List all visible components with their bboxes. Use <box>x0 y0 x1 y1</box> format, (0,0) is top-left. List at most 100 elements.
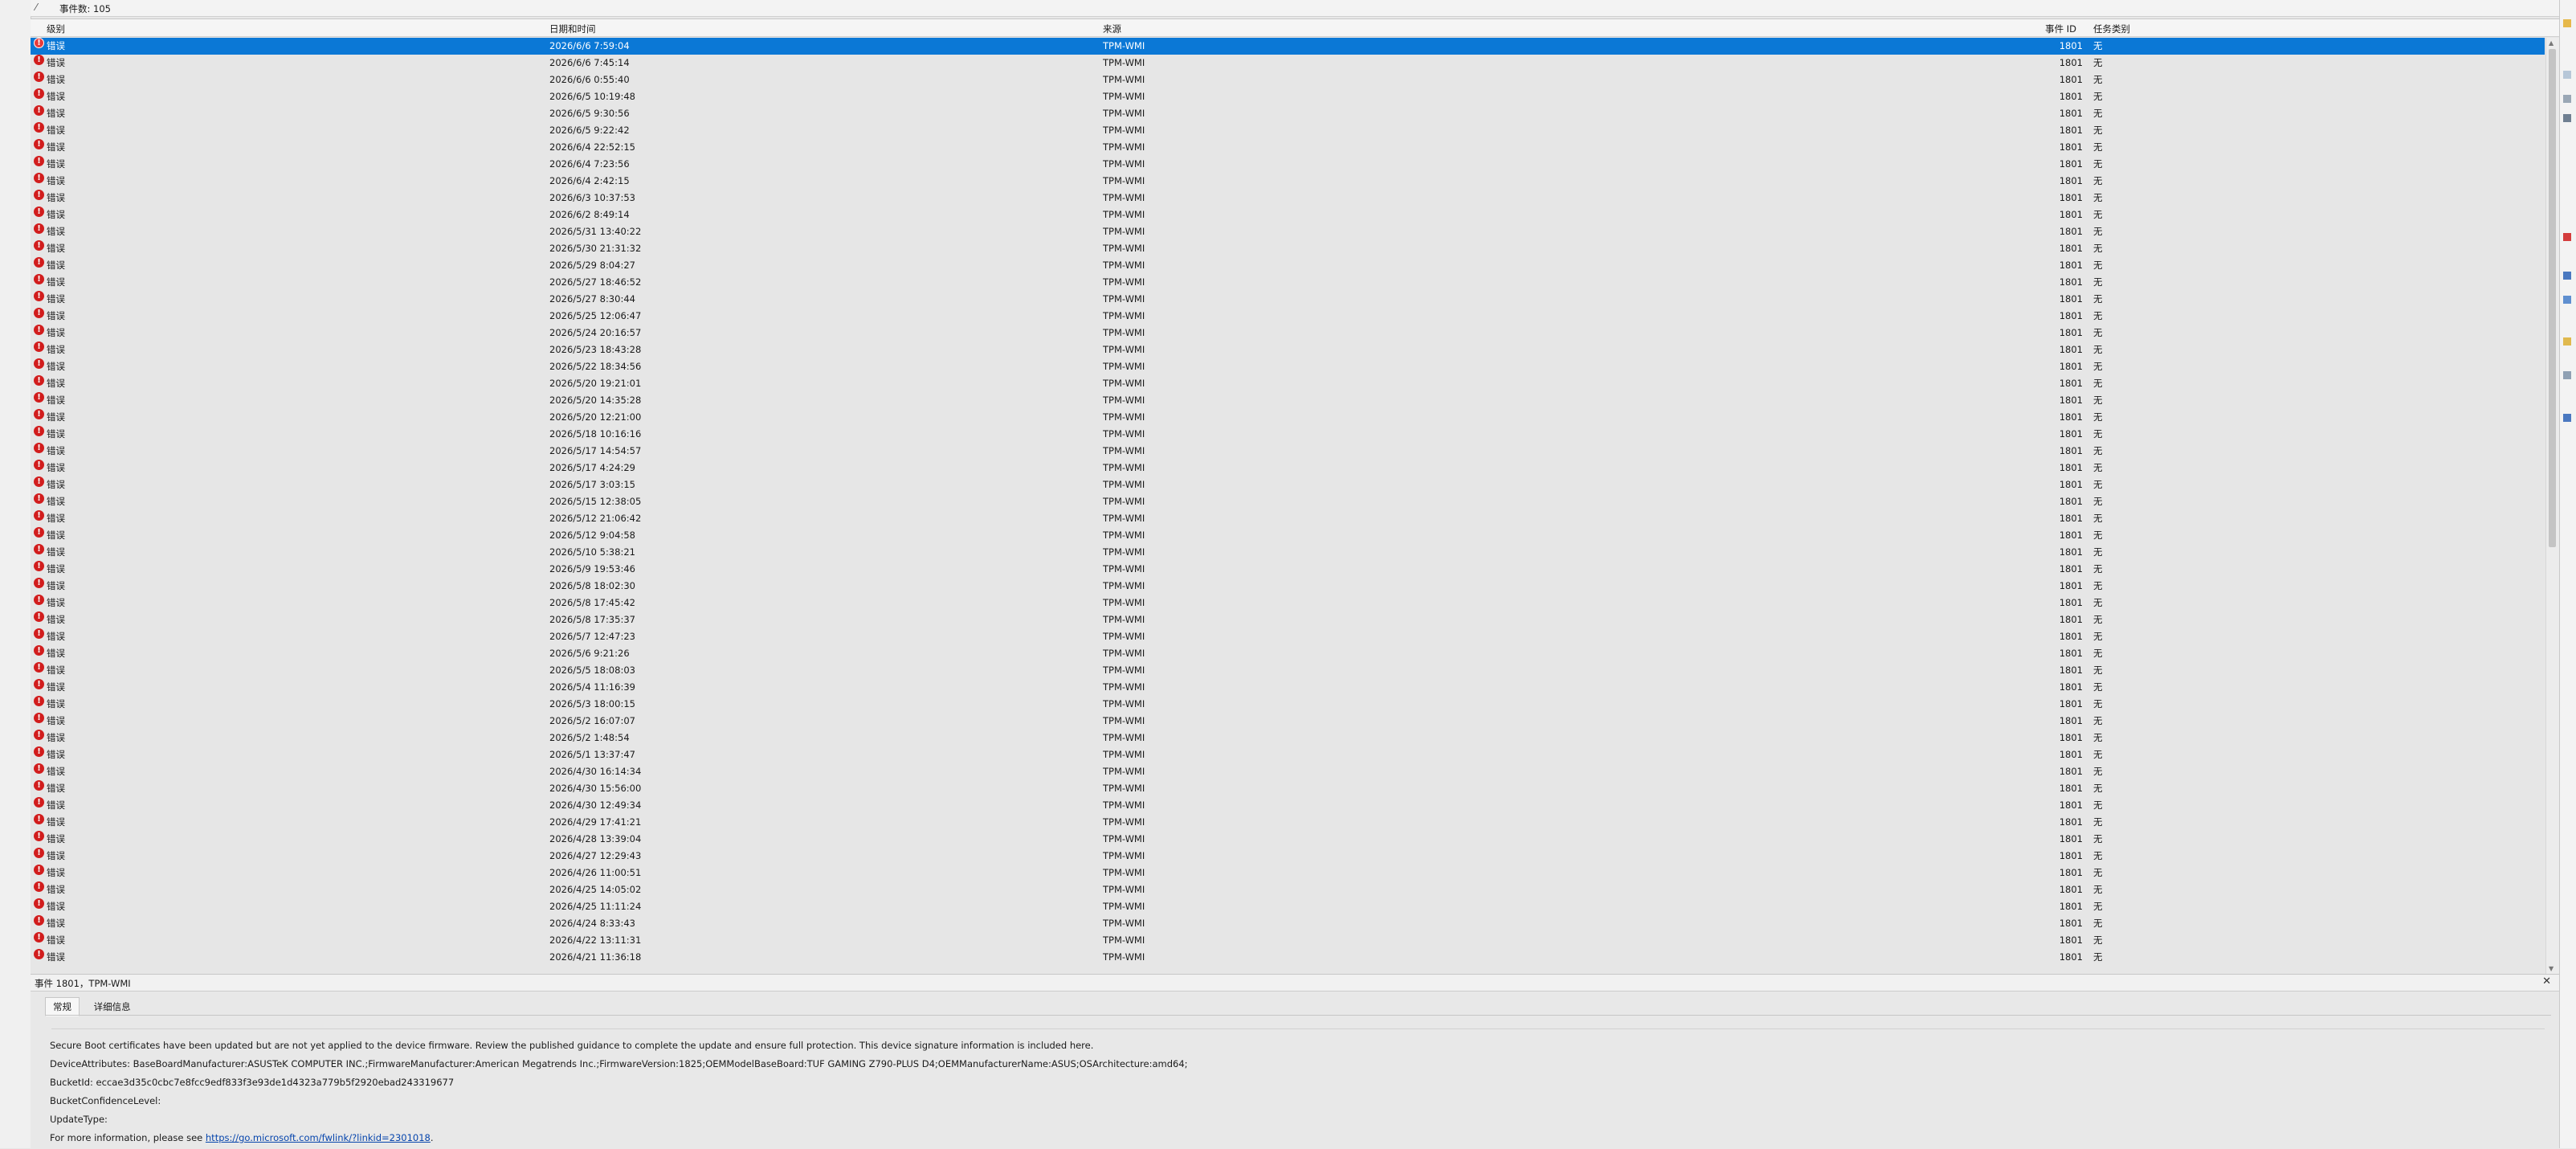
cell-source: TPM-WMI <box>1103 496 1145 507</box>
table-row[interactable]: ! 错误 2026/5/8 17:35:37 TPM-WMI 1801 无 <box>31 611 2545 628</box>
table-row[interactable]: ! 错误 2026/5/27 18:46:52 TPM-WMI 1801 无 <box>31 274 2545 291</box>
table-row[interactable]: ! 错误 2026/5/20 12:21:00 TPM-WMI 1801 无 <box>31 409 2545 426</box>
cell-date: 2026/5/24 20:16:57 <box>549 327 642 338</box>
error-icon: ! <box>34 55 44 65</box>
table-row[interactable]: ! 错误 2026/5/7 12:47:23 TPM-WMI 1801 无 <box>31 628 2545 645</box>
table-row[interactable]: ! 错误 2026/5/1 13:37:47 TPM-WMI 1801 无 <box>31 746 2545 763</box>
table-row[interactable]: ! 错误 2026/6/2 8:49:14 TPM-WMI 1801 无 <box>31 206 2545 223</box>
column-header-source[interactable]: 来源 <box>1103 22 1121 35</box>
properties-icon[interactable] <box>2563 95 2571 103</box>
table-row[interactable]: ! 错误 2026/5/17 14:54:57 TPM-WMI 1801 无 <box>31 443 2545 460</box>
table-row[interactable]: ! 错误 2026/6/4 2:42:15 TPM-WMI 1801 无 <box>31 173 2545 190</box>
table-row[interactable]: ! 错误 2026/5/12 9:04:58 TPM-WMI 1801 无 <box>31 527 2545 544</box>
tab-general[interactable]: 常规 <box>45 997 80 1016</box>
cell-category: 无 <box>2093 715 2103 726</box>
table-row[interactable]: ! 错误 2026/6/6 7:45:14 TPM-WMI 1801 无 <box>31 55 2545 72</box>
refresh-icon[interactable] <box>2563 414 2571 422</box>
table-row[interactable]: ! 错误 2026/4/30 16:14:34 TPM-WMI 1801 无 <box>31 763 2545 780</box>
table-row[interactable]: ! 错误 2026/4/22 13:11:31 TPM-WMI 1801 无 <box>31 932 2545 949</box>
table-row[interactable]: ! 错误 2026/4/29 17:41:21 TPM-WMI 1801 无 <box>31 814 2545 831</box>
table-row[interactable]: ! 错误 2026/5/8 17:45:42 TPM-WMI 1801 无 <box>31 595 2545 611</box>
attach-task-icon[interactable] <box>2563 337 2571 346</box>
table-row[interactable]: ! 错误 2026/4/25 11:11:24 TPM-WMI 1801 无 <box>31 898 2545 915</box>
table-row[interactable]: ! 错误 2026/6/3 10:37:53 TPM-WMI 1801 无 <box>31 190 2545 206</box>
table-row[interactable]: ! 错误 2026/5/6 9:21:26 TPM-WMI 1801 无 <box>31 645 2545 662</box>
table-row[interactable]: ! 错误 2026/5/23 18:43:28 TPM-WMI 1801 无 <box>31 341 2545 358</box>
cell-event-id: 1801 <box>2059 395 2083 406</box>
filter-icon[interactable]: ⁄ <box>35 2 37 13</box>
vertical-scrollbar[interactable]: ▲ ▼ <box>2545 38 2559 974</box>
table-row[interactable]: ! 错误 2026/5/22 18:34:56 TPM-WMI 1801 无 <box>31 358 2545 375</box>
error-icon: ! <box>34 325 44 335</box>
table-row[interactable]: ! 错误 2026/5/29 8:04:27 TPM-WMI 1801 无 <box>31 257 2545 274</box>
table-row[interactable]: ! 错误 2026/5/8 18:02:30 TPM-WMI 1801 无 <box>31 578 2545 595</box>
error-icon: ! <box>34 898 44 909</box>
close-icon[interactable]: ✕ <box>2542 975 2551 987</box>
cell-date: 2026/5/12 9:04:58 <box>549 530 635 541</box>
table-row[interactable]: ! 错误 2026/4/27 12:29:43 TPM-WMI 1801 无 <box>31 848 2545 865</box>
cell-source: TPM-WMI <box>1103 395 1145 406</box>
table-row[interactable]: ! 错误 2026/5/15 12:38:05 TPM-WMI 1801 无 <box>31 493 2545 510</box>
table-row[interactable]: ! 错误 2026/6/6 0:55:40 TPM-WMI 1801 无 <box>31 72 2545 88</box>
table-row[interactable]: ! 错误 2026/5/3 18:00:15 TPM-WMI 1801 无 <box>31 696 2545 713</box>
column-header-category[interactable]: 任务类别 <box>2093 22 2130 35</box>
column-header-event-id[interactable]: 事件 ID <box>2045 22 2076 35</box>
scroll-down-icon[interactable]: ▼ <box>2549 965 2554 972</box>
event-detail-body: Secure Boot certificates have been updat… <box>45 1015 2551 1149</box>
table-row[interactable]: ! 错误 2026/4/30 12:49:34 TPM-WMI 1801 无 <box>31 797 2545 814</box>
table-row[interactable]: ! 错误 2026/5/25 12:06:47 TPM-WMI 1801 无 <box>31 308 2545 325</box>
cell-date: 2026/5/8 17:45:42 <box>549 597 635 608</box>
table-row[interactable]: ! 错误 2026/5/2 1:48:54 TPM-WMI 1801 无 <box>31 730 2545 746</box>
table-row[interactable]: ! 错误 2026/5/17 4:24:29 TPM-WMI 1801 无 <box>31 460 2545 476</box>
cell-level: 错误 <box>47 884 65 895</box>
table-row[interactable]: ! 错误 2026/4/30 15:56:00 TPM-WMI 1801 无 <box>31 780 2545 797</box>
table-row[interactable]: ! 错误 2026/5/4 11:16:39 TPM-WMI 1801 无 <box>31 679 2545 696</box>
error-icon: ! <box>34 38 44 48</box>
table-row[interactable]: ! 错误 2026/5/18 10:16:16 TPM-WMI 1801 无 <box>31 426 2545 443</box>
table-row[interactable]: ! 错误 2026/5/9 19:53:46 TPM-WMI 1801 无 <box>31 561 2545 578</box>
table-row[interactable]: ! 错误 2026/5/5 18:08:03 TPM-WMI 1801 无 <box>31 662 2545 679</box>
scroll-up-icon[interactable]: ▲ <box>2549 39 2554 47</box>
table-row[interactable]: ! 错误 2026/4/21 11:36:18 TPM-WMI 1801 无 <box>31 949 2545 966</box>
cell-source: TPM-WMI <box>1103 91 1145 102</box>
table-row[interactable]: ! 错误 2026/6/4 22:52:15 TPM-WMI 1801 无 <box>31 139 2545 156</box>
error-icon: ! <box>34 544 44 554</box>
table-row[interactable]: ! 错误 2026/6/4 7:23:56 TPM-WMI 1801 无 <box>31 156 2545 173</box>
table-row[interactable]: ! 错误 2026/5/30 21:31:32 TPM-WMI 1801 无 <box>31 240 2545 257</box>
column-header-date[interactable]: 日期和时间 <box>549 22 596 35</box>
table-row[interactable]: ! 错误 2026/5/12 21:06:42 TPM-WMI 1801 无 <box>31 510 2545 527</box>
table-row[interactable]: ! 错误 2026/4/25 14:05:02 TPM-WMI 1801 无 <box>31 881 2545 898</box>
table-row[interactable]: ! 错误 2026/5/20 14:35:28 TPM-WMI 1801 无 <box>31 392 2545 409</box>
table-row[interactable]: ! 错误 2026/5/17 3:03:15 TPM-WMI 1801 无 <box>31 476 2545 493</box>
column-header-level[interactable]: 级别 <box>47 22 65 35</box>
table-row[interactable]: ! 错误 2026/4/26 11:00:51 TPM-WMI 1801 无 <box>31 865 2545 881</box>
tab-details[interactable]: 详细信息 <box>86 997 139 1016</box>
folder-icon[interactable] <box>2563 19 2571 27</box>
cell-source: TPM-WMI <box>1103 141 1145 153</box>
table-row[interactable]: ! 错误 2026/5/20 19:21:01 TPM-WMI 1801 无 <box>31 375 2545 392</box>
table-row[interactable]: ! 错误 2026/6/5 10:19:48 TPM-WMI 1801 无 <box>31 88 2545 105</box>
find-icon[interactable] <box>2563 114 2571 122</box>
cell-source: TPM-WMI <box>1103 40 1145 51</box>
view-icon[interactable] <box>2563 296 2571 304</box>
cell-event-id: 1801 <box>2059 226 2083 237</box>
table-row[interactable]: ! 错误 2026/5/31 13:40:22 TPM-WMI 1801 无 <box>31 223 2545 240</box>
save-icon[interactable] <box>2563 272 2571 280</box>
copy-icon[interactable] <box>2563 371 2571 379</box>
table-row[interactable]: ! 错误 2026/5/24 20:16:57 TPM-WMI 1801 无 <box>31 325 2545 341</box>
table-row[interactable]: ! 错误 2026/6/5 9:30:56 TPM-WMI 1801 无 <box>31 105 2545 122</box>
table-row[interactable]: ! 错误 2026/4/24 8:33:43 TPM-WMI 1801 无 <box>31 915 2545 932</box>
scrollbar-thumb[interactable] <box>2549 49 2556 547</box>
table-row[interactable]: ! 错误 2026/6/5 9:22:42 TPM-WMI 1801 无 <box>31 122 2545 139</box>
table-row[interactable]: ! 错误 2026/5/27 8:30:44 TPM-WMI 1801 无 <box>31 291 2545 308</box>
table-row[interactable]: ! 错误 2026/5/10 5:38:21 TPM-WMI 1801 无 <box>31 544 2545 561</box>
delete-icon[interactable] <box>2563 233 2571 241</box>
more-info-link[interactable]: https://go.microsoft.com/fwlink/?linkid=… <box>206 1132 431 1143</box>
cell-level: 错误 <box>47 141 65 153</box>
table-row[interactable]: ! 错误 2026/6/6 7:59:04 TPM-WMI 1801 无 <box>31 38 2545 55</box>
table-row[interactable]: ! 错误 2026/4/28 13:39:04 TPM-WMI 1801 无 <box>31 831 2545 848</box>
filter-icon[interactable] <box>2563 71 2571 79</box>
table-row[interactable]: ! 错误 2026/5/2 16:07:07 TPM-WMI 1801 无 <box>31 713 2545 730</box>
cell-event-id: 1801 <box>2059 462 2083 473</box>
cell-category: 无 <box>2093 698 2103 709</box>
